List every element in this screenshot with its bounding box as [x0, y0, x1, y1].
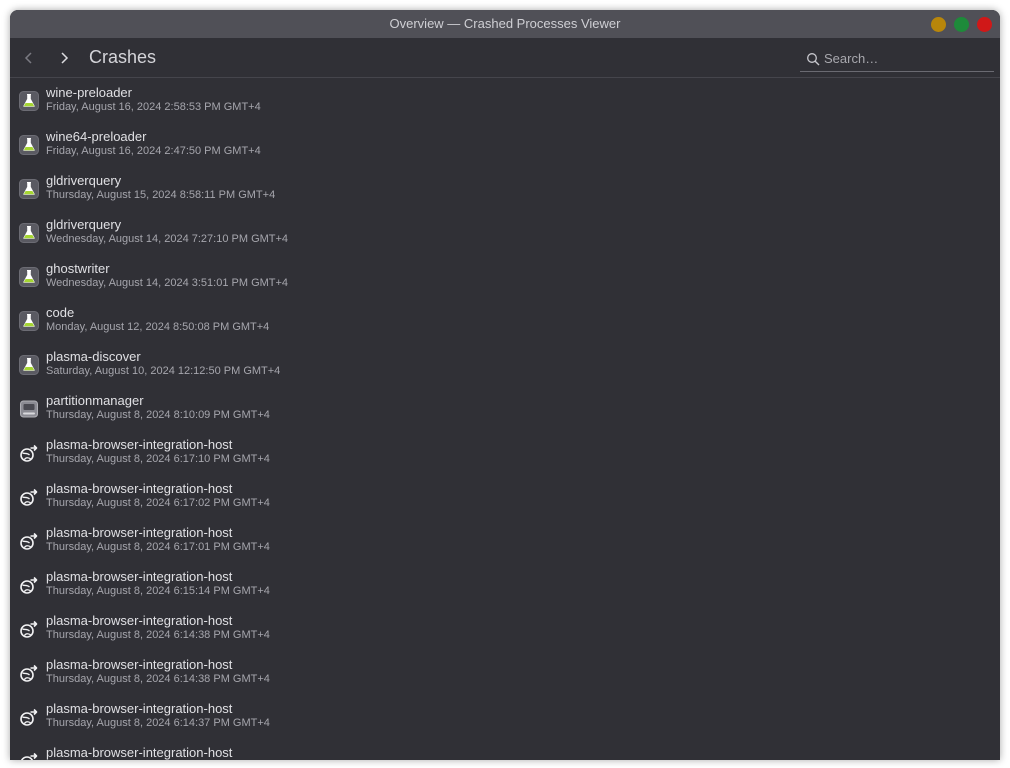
- crash-list-item[interactable]: gldriverquery Wednesday, August 14, 2024 …: [10, 210, 1000, 254]
- disk-icon: [18, 398, 40, 420]
- crash-list-item[interactable]: partitionmanager Thursday, August 8, 2024…: [10, 386, 1000, 430]
- crash-timestamp: Wednesday, August 14, 2024 7:27:10 PM GM…: [46, 233, 289, 245]
- back-button[interactable]: [18, 47, 40, 69]
- crash-timestamp: Thursday, August 8, 2024 6:14:37 PM GMT+…: [46, 717, 270, 729]
- browser-integration-icon: [18, 750, 40, 760]
- crash-list-item[interactable]: plasma-browser-integration-host: [10, 738, 1000, 760]
- search-input[interactable]: [824, 51, 1000, 66]
- crash-timestamp: Friday, August 16, 2024 2:47:50 PM GMT+4: [46, 145, 261, 157]
- flask-icon: [18, 354, 40, 376]
- crash-list-item[interactable]: plasma-browser-integration-host Thursday,…: [10, 694, 1000, 738]
- browser-integration-icon: [18, 706, 40, 728]
- crash-list-item[interactable]: wine-preloader Friday, August 16, 2024 2:…: [10, 78, 1000, 122]
- process-name: plasma-browser-integration-host: [46, 525, 233, 540]
- forward-button[interactable]: [53, 47, 75, 69]
- crash-timestamp: Thursday, August 8, 2024 8:10:09 PM GMT+…: [46, 409, 270, 421]
- process-name: partitionmanager: [46, 393, 144, 408]
- crash-list-item[interactable]: plasma-browser-integration-host Thursday,…: [10, 518, 1000, 562]
- browser-integration-icon: [18, 486, 40, 508]
- crash-timestamp: Wednesday, August 14, 2024 3:51:01 PM GM…: [46, 277, 289, 289]
- search-box[interactable]: [800, 46, 1000, 72]
- browser-integration-icon: [18, 574, 40, 596]
- crash-timestamp: Thursday, August 8, 2024 6:14:38 PM GMT+…: [46, 629, 270, 641]
- close-button[interactable]: [977, 17, 992, 32]
- browser-integration-icon: [18, 662, 40, 684]
- toolbar: Crashes: [10, 38, 1000, 78]
- chevron-left-icon: [24, 52, 32, 64]
- crash-list-item[interactable]: plasma-browser-integration-host Thursday,…: [10, 606, 1000, 650]
- process-name: plasma-browser-integration-host: [46, 657, 233, 672]
- browser-integration-icon: [18, 442, 40, 464]
- flask-icon: [18, 134, 40, 156]
- crash-list-item[interactable]: plasma-browser-integration-host Thursday,…: [10, 430, 1000, 474]
- crash-timestamp: Thursday, August 8, 2024 6:17:02 PM GMT+…: [46, 497, 270, 509]
- minimize-button[interactable]: [931, 17, 946, 32]
- crash-list-item[interactable]: plasma-discover Saturday, August 10, 2024…: [10, 342, 1000, 386]
- process-name: plasma-browser-integration-host: [46, 701, 233, 716]
- crash-timestamp: Thursday, August 15, 2024 8:58:11 PM GMT…: [46, 189, 276, 201]
- flask-icon: [18, 310, 40, 332]
- maximize-button[interactable]: [954, 17, 969, 32]
- process-name: gldriverquery: [46, 173, 122, 188]
- crash-list-item[interactable]: gldriverquery Thursday, August 15, 2024 8…: [10, 166, 1000, 210]
- crash-timestamp: Thursday, August 8, 2024 6:17:10 PM GMT+…: [46, 453, 270, 465]
- flask-icon: [18, 266, 40, 288]
- crash-list-item[interactable]: code Monday, August 12, 2024 8:50:08 PM G…: [10, 298, 1000, 342]
- process-name: ghostwriter: [46, 261, 110, 276]
- crash-list[interactable]: wine-preloader Friday, August 16, 2024 2:…: [10, 78, 1000, 760]
- crash-timestamp: Thursday, August 8, 2024 6:14:38 PM GMT+…: [46, 673, 270, 685]
- process-name: wine64-preloader: [46, 129, 147, 144]
- crash-list-item[interactable]: plasma-browser-integration-host Thursday,…: [10, 562, 1000, 606]
- page-title: Crashes: [89, 47, 157, 67]
- flask-icon: [18, 90, 40, 112]
- search-icon: [806, 51, 820, 67]
- crash-list-item[interactable]: ghostwriter Wednesday, August 14, 2024 3:…: [10, 254, 1000, 298]
- flask-icon: [18, 222, 40, 244]
- process-name: plasma-discover: [46, 349, 141, 364]
- title-bar[interactable]: Overview — Crashed Processes Viewer: [10, 10, 1000, 38]
- crash-list-item[interactable]: wine64-preloader Friday, August 16, 2024 …: [10, 122, 1000, 166]
- crash-list-item[interactable]: plasma-browser-integration-host Thursday,…: [10, 474, 1000, 518]
- crash-list-item[interactable]: plasma-browser-integration-host Thursday,…: [10, 650, 1000, 694]
- crash-timestamp: Thursday, August 8, 2024 6:17:01 PM GMT+…: [46, 541, 270, 553]
- app-window: Overview — Crashed Processes Viewer Cras…: [10, 10, 1000, 760]
- process-name: plasma-browser-integration-host: [46, 613, 233, 628]
- process-name: plasma-browser-integration-host: [46, 481, 233, 496]
- process-name: code: [46, 305, 75, 320]
- process-name: plasma-browser-integration-host: [46, 569, 233, 584]
- crash-timestamp: Monday, August 12, 2024 8:50:08 PM GMT+4: [46, 321, 270, 333]
- chevron-right-icon: [61, 52, 69, 64]
- crash-timestamp: Saturday, August 10, 2024 12:12:50 PM GM…: [46, 365, 281, 377]
- process-name: gldriverquery: [46, 217, 122, 232]
- browser-integration-icon: [18, 618, 40, 640]
- flask-icon: [18, 178, 40, 200]
- crash-timestamp: Friday, August 16, 2024 2:58:53 PM GMT+4: [46, 101, 261, 113]
- window-title: Overview — Crashed Processes Viewer: [389, 16, 621, 31]
- process-name: wine-preloader: [46, 85, 132, 100]
- process-name: plasma-browser-integration-host: [46, 745, 233, 760]
- browser-integration-icon: [18, 530, 40, 552]
- process-name: plasma-browser-integration-host: [46, 437, 233, 452]
- crash-timestamp: Thursday, August 8, 2024 6:15:14 PM GMT+…: [46, 585, 270, 597]
